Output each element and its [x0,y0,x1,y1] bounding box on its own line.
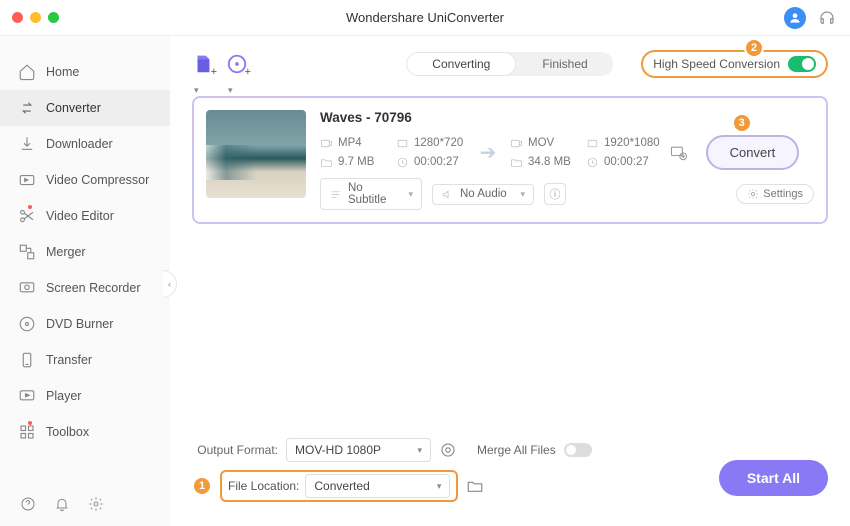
step-badge-2: 2 [744,38,764,58]
dst-duration: 00:00:27 [604,156,649,168]
merge-label: Merge All Files [477,443,556,457]
sidebar-item-recorder[interactable]: Screen Recorder [0,270,170,306]
subtitle-icon [329,188,342,201]
step-badge-3: 3 [732,113,752,133]
bell-icon[interactable] [54,496,70,512]
recorder-icon [18,279,36,297]
dst-resolution: 1920*1080 [604,137,660,149]
folder-icon [320,156,333,169]
src-resolution: 1280*720 [414,137,463,149]
minimize-window[interactable] [30,12,41,23]
main-panel: +▾ +▾ Converting Finished 2 High Speed C… [170,36,850,526]
audio-select[interactable]: No Audio▾ [432,184,534,205]
merger-icon [18,243,36,261]
sidebar-label: Screen Recorder [46,281,141,295]
output-format-label: Output Format: [192,443,278,457]
sidebar-item-converter[interactable]: Converter [0,90,170,126]
file-location-select[interactable]: Converted▾ [305,474,450,498]
high-speed-toggle[interactable] [788,56,816,72]
sidebar-item-dvd[interactable]: DVD Burner [0,306,170,342]
account-avatar[interactable] [784,7,806,29]
sidebar-label: Video Compressor [46,173,149,187]
sidebar-label: Player [46,389,81,403]
clock-icon [586,156,599,169]
toolbox-icon [18,423,36,441]
toolbar: +▾ +▾ Converting Finished 2 High Speed C… [192,50,828,78]
sidebar-item-toolbox[interactable]: Toolbox [0,414,170,450]
resolution-icon [396,137,409,150]
preview-icon[interactable] [439,441,457,459]
tab-switch: Converting Finished [406,52,613,76]
window-controls [12,12,59,23]
sidebar: Home Converter Downloader Video Compress… [0,36,170,526]
open-folder-icon[interactable] [466,477,484,495]
sidebar-item-compressor[interactable]: Video Compressor [0,162,170,198]
titlebar: Wondershare UniConverter [0,0,850,36]
output-format-select[interactable]: MOV-HD 1080P▾ [286,438,431,462]
clock-icon [396,156,409,169]
arrow-icon: ➔ [472,140,504,165]
sidebar-label: Downloader [46,137,113,151]
transfer-icon [18,351,36,369]
gear-icon [669,143,689,163]
tab-finished[interactable]: Finished [516,52,613,76]
src-size: 9.7 MB [338,156,374,168]
sidebar-label: Converter [46,101,101,115]
video-icon [320,137,333,150]
subtitle-select[interactable]: No Subtitle▾ [320,178,422,210]
sidebar-label: DVD Burner [46,317,113,331]
dst-size: 34.8 MB [528,156,571,168]
sidebar-item-merger[interactable]: Merger [0,234,170,270]
help-icon[interactable] [20,496,36,512]
file-location-label: File Location: [228,479,299,493]
close-window[interactable] [12,12,23,23]
sidebar-label: Toolbox [46,425,89,439]
folder-icon [510,156,523,169]
sidebar-item-home[interactable]: Home [0,54,170,90]
sidebar-item-downloader[interactable]: Downloader [0,126,170,162]
high-speed-conversion: 2 High Speed Conversion [641,50,828,78]
merge-all: Merge All Files [477,443,592,457]
add-dvd-button[interactable]: +▾ [226,53,248,75]
file-location-wrap: File Location: Converted▾ [220,470,458,502]
src-format: MP4 [338,137,362,149]
sidebar-label: Video Editor [46,209,114,223]
sidebar-label: Merger [46,245,86,259]
app-title: Wondershare UniConverter [346,10,504,25]
sidebar-item-editor[interactable]: Video Editor [0,198,170,234]
audio-icon [441,188,454,201]
add-file-button[interactable]: +▾ [192,53,214,75]
player-icon [18,387,36,405]
compressor-icon [18,171,36,189]
src-duration: 00:00:27 [414,156,459,168]
scissors-icon [18,207,36,225]
output-settings-button[interactable] [666,140,692,166]
high-speed-label: High Speed Conversion [653,57,780,71]
video-thumbnail[interactable] [206,110,306,198]
info-button[interactable]: ⓘ [544,183,566,205]
step-badge-1: 1 [192,476,212,496]
converter-icon [18,99,36,117]
start-all-button[interactable]: Start All [719,460,828,496]
resolution-icon [586,137,599,150]
merge-toggle[interactable] [564,443,592,457]
file-card: Waves - 70796 MP4 9.7 MB 1280*720 00:00:… [192,96,828,224]
sidebar-label: Transfer [46,353,92,367]
gear-icon [747,188,759,200]
dst-format: MOV [528,137,554,149]
sidebar-item-player[interactable]: Player [0,378,170,414]
sidebar-label: Home [46,65,79,79]
download-icon [18,135,36,153]
settings-icon[interactable] [88,496,104,512]
video-icon [510,137,523,150]
user-icon [788,11,802,25]
sidebar-item-transfer[interactable]: Transfer [0,342,170,378]
home-icon [18,63,36,81]
support-icon[interactable] [818,9,836,27]
settings-button[interactable]: Settings [736,184,814,204]
convert-button[interactable]: Convert [706,135,800,170]
tab-converting[interactable]: Converting [406,52,516,76]
dvd-icon [18,315,36,333]
maximize-window[interactable] [48,12,59,23]
